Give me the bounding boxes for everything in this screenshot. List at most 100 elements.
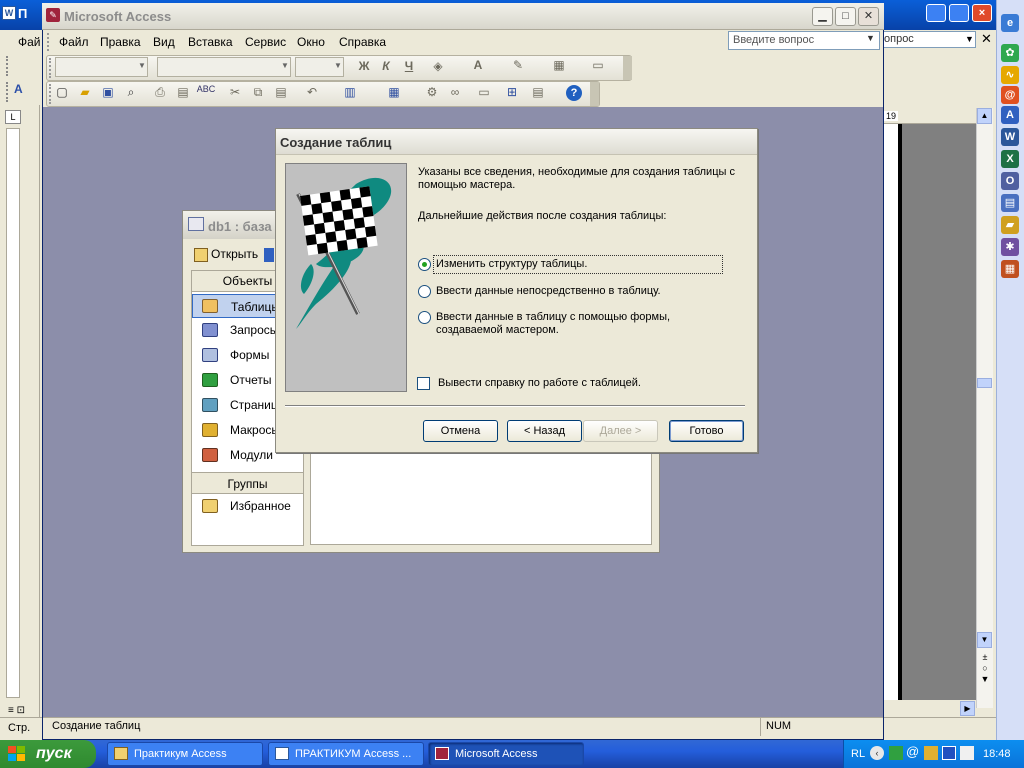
view-buttons[interactable]: ≡ ⊡	[8, 705, 25, 716]
office-links-icon[interactable]: ▦	[384, 85, 404, 99]
taskbar-item-practicum-folder[interactable]: Практикум Access	[107, 742, 263, 766]
menu-insert[interactable]: Вставка	[188, 35, 233, 49]
document-icon[interactable]: ▤	[1001, 194, 1019, 212]
new-icon[interactable]: ▢	[52, 85, 72, 99]
cut-icon[interactable]: ✂	[225, 85, 245, 99]
database-window-icon[interactable]: ⊞	[502, 85, 522, 99]
undo-icon[interactable]: ↶	[302, 85, 322, 99]
browse-object-icons[interactable]: ± ○ ▼	[980, 652, 990, 685]
menu-view[interactable]: Вид	[153, 35, 175, 49]
tray-access-icon[interactable]	[942, 746, 956, 760]
access-minimize-button[interactable]: ▁	[812, 7, 833, 26]
word-menu-file[interactable]: Фай	[18, 35, 41, 49]
tray-app-icon[interactable]	[889, 746, 903, 760]
radio-enter-data-form[interactable]	[418, 311, 431, 324]
mail-at-icon[interactable]: @	[1001, 86, 1019, 104]
tools-icon[interactable]: ✱	[1001, 238, 1019, 256]
underline-button[interactable]: Ч	[399, 59, 419, 73]
object-combo[interactable]	[55, 57, 148, 77]
design-icon[interactable]	[264, 248, 274, 262]
fill-color-icon[interactable]: ◈	[428, 59, 448, 73]
show-help-checkbox[interactable]	[417, 377, 430, 390]
menu-file[interactable]: Файл	[59, 35, 89, 49]
word-ask-field[interactable]: опрос	[880, 31, 976, 48]
help-icon[interactable]: ?	[566, 85, 582, 101]
save-icon[interactable]: ▣	[98, 85, 118, 99]
paste-icon[interactable]: ▤	[271, 85, 291, 99]
chevron-down-icon[interactable]: ▼	[866, 33, 875, 43]
tab-stop-selector[interactable]: L	[5, 110, 21, 124]
analyze-icon[interactable]: ▥	[340, 85, 360, 99]
copy-icon[interactable]: ⧉	[248, 85, 268, 100]
icq-icon[interactable]: ✿	[1001, 44, 1019, 62]
preview-icon[interactable]: ▤	[173, 85, 193, 99]
language-indicator[interactable]: RL	[851, 740, 865, 768]
mail-at-icon[interactable]: @	[906, 744, 919, 759]
ask-question-field[interactable]: Введите вопрос	[728, 31, 880, 50]
excel-icon[interactable]: X	[1001, 150, 1019, 168]
groups-header[interactable]: Группы	[192, 472, 303, 494]
radio-enter-data-directly[interactable]	[418, 285, 431, 298]
chevron-down-icon[interactable]: ▼	[965, 34, 974, 44]
radio-enter-data-directly-label[interactable]: Ввести данные непосредственно в таблицу.	[436, 285, 661, 298]
chevron-down-icon[interactable]: ▼	[334, 61, 342, 70]
scroll-up-icon[interactable]: ▲	[977, 108, 992, 124]
word-minimize-button[interactable]	[926, 4, 946, 22]
properties-icon[interactable]: ⚙	[422, 85, 442, 99]
spelling-icon[interactable]: ABC	[196, 84, 216, 94]
taskbar-item-practicum-word[interactable]: ПРАКТИКУМ Access ...	[268, 742, 424, 766]
scroll-down-icon[interactable]: ▼	[977, 632, 992, 648]
tray-expand-icon[interactable]: ‹	[870, 746, 884, 760]
objects-list[interactable]	[310, 452, 652, 545]
word-doc-close-icon[interactable]: ✕	[981, 31, 992, 47]
cancel-button[interactable]: Отмена	[423, 420, 498, 442]
italic-button[interactable]: К	[376, 59, 396, 73]
open-button[interactable]: Открыть	[211, 247, 258, 261]
search-icon[interactable]: ⌕	[121, 85, 141, 100]
radio-modify-structure-label[interactable]: Изменить структуру таблицы.	[436, 258, 587, 271]
word-style-icon[interactable]: A	[6, 82, 24, 102]
word-restore-button[interactable]	[949, 4, 969, 22]
next-button[interactable]: Далее >	[583, 420, 658, 442]
menu-window[interactable]: Окно	[297, 35, 325, 49]
print-icon[interactable]: ⎙	[150, 85, 170, 100]
outlook-icon[interactable]: O	[1001, 172, 1019, 190]
toolbar-options-icon[interactable]	[623, 56, 632, 80]
radio-modify-structure[interactable]	[418, 258, 431, 271]
back-button[interactable]: < Назад	[507, 420, 582, 442]
scroll-right-icon[interactable]: ▶	[960, 701, 975, 716]
radio-enter-data-form-label-2[interactable]: создаваемой мастером.	[436, 324, 559, 337]
radio-enter-data-form-label-1[interactable]: Ввести данные в таблицу с помощью формы,	[436, 311, 670, 324]
access-close-button[interactable]: ✕	[858, 7, 879, 26]
show-help-checkbox-label[interactable]: Вывести справку по работе с таблицей.	[438, 377, 641, 390]
word-vertical-scrollbar[interactable]	[976, 108, 993, 708]
menu-tools[interactable]: Сервис	[245, 35, 286, 49]
scroll-thumb[interactable]	[977, 378, 992, 388]
border-icon[interactable]: ▦	[549, 58, 569, 72]
folder-icon[interactable]: ▰	[1001, 216, 1019, 234]
tray-sound-icon[interactable]	[960, 746, 974, 760]
access-icon[interactable]: A	[1001, 106, 1019, 124]
line-width-icon[interactable]: ▭	[588, 58, 608, 72]
font-color-icon[interactable]: A	[468, 58, 488, 72]
line-color-icon[interactable]: ✎	[508, 58, 528, 72]
font-name-combo[interactable]	[157, 57, 291, 77]
taskbar-item-access[interactable]: Microsoft Access	[428, 742, 584, 766]
tray-network-icon[interactable]	[924, 746, 938, 760]
new-object-icon[interactable]: ▤	[528, 85, 548, 99]
quick-launch-icon[interactable]: e	[1001, 14, 1019, 32]
code-icon[interactable]: ▭	[474, 85, 494, 99]
finish-button[interactable]: Готово	[669, 420, 744, 442]
access-maximize-button[interactable]: □	[835, 7, 856, 26]
open-icon[interactable]: ▰	[75, 85, 95, 99]
menu-edit[interactable]: Правка	[100, 35, 141, 49]
word-close-button[interactable]: ×	[972, 4, 992, 22]
toolbar-options-icon[interactable]	[590, 82, 599, 106]
chevron-down-icon[interactable]: ▼	[138, 61, 146, 70]
bold-button[interactable]: Ж	[354, 59, 374, 73]
menu-help[interactable]: Справка	[339, 35, 386, 49]
bat-icon[interactable]: ∿	[1001, 66, 1019, 84]
app-icon[interactable]: ▦	[1001, 260, 1019, 278]
relationships-icon[interactable]: ∞	[445, 85, 465, 99]
chevron-down-icon[interactable]: ▼	[281, 61, 289, 70]
